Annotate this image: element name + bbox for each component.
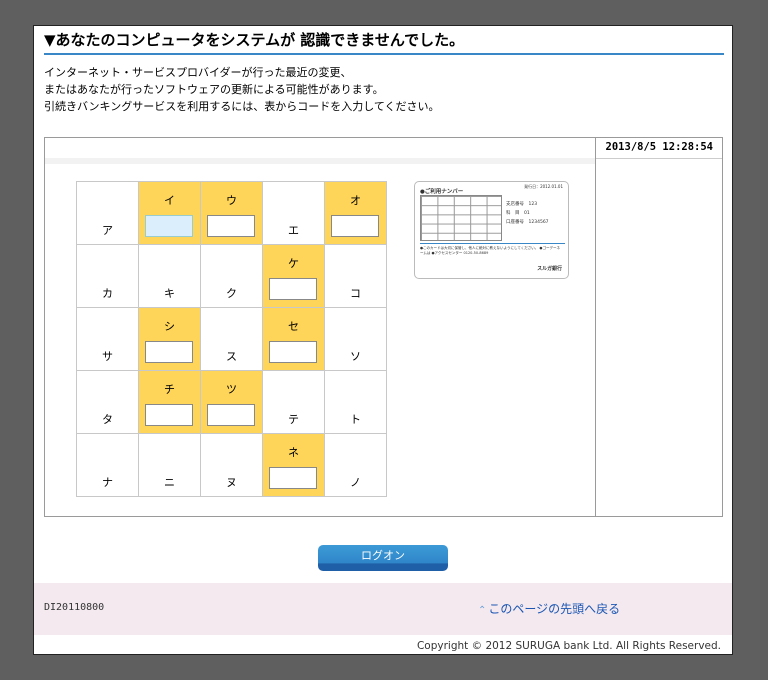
code-cell-label: ア bbox=[102, 224, 113, 237]
card-branch: 支店番号 123 bbox=[506, 202, 538, 207]
code-table-row: カ キ ク ケコ bbox=[76, 244, 387, 308]
code-cell: コ bbox=[324, 244, 387, 308]
code-cell: セ bbox=[262, 307, 325, 371]
double-chevron-up-icon: ⌃ bbox=[478, 605, 487, 616]
code-cell-label: セ bbox=[288, 320, 299, 333]
card-account: 口座番号 1234567 bbox=[506, 220, 549, 225]
code-input[interactable] bbox=[207, 404, 255, 426]
code-cell: ク bbox=[200, 244, 263, 308]
code-cell-label: ヌ bbox=[226, 476, 237, 489]
code-cell-label: ソ bbox=[350, 350, 361, 363]
code-cell: エ bbox=[262, 181, 325, 245]
code-cell-label: ナ bbox=[102, 476, 113, 489]
code-cell-label: ケ bbox=[288, 257, 299, 270]
card-note: ●このカードは大切に保管し、他人に絶対に教えないようにしてください。 ●ゴーデー… bbox=[420, 246, 560, 255]
code-cell: キ bbox=[138, 244, 201, 308]
code-cell: ウ bbox=[200, 181, 263, 245]
code-cell: ス bbox=[200, 307, 263, 371]
code-cell-label: チ bbox=[164, 383, 175, 396]
code-cell-label: エ bbox=[288, 224, 299, 237]
code-cell-label: オ bbox=[350, 194, 361, 207]
code-cell: ナ bbox=[76, 433, 139, 497]
footer-bar: DI20110800 ⌃ このページの先頭へ戻る bbox=[34, 583, 732, 635]
code-input[interactable] bbox=[145, 215, 193, 237]
back-to-top-label: このページの先頭へ戻る bbox=[488, 602, 621, 616]
code-cell: チ bbox=[138, 370, 201, 434]
code-cell-label: カ bbox=[102, 287, 113, 300]
code-table-row: ナ ニ ヌ ネノ bbox=[76, 433, 387, 497]
code-table: ア イ ウエ オカ キ ク ケコサ シス セソタ チ ツテ トナ ニ ヌ ネノ bbox=[76, 181, 387, 497]
code-cell: サ bbox=[76, 307, 139, 371]
card-heading: ●ご利用ナンバー bbox=[420, 189, 464, 195]
code-cell: ニ bbox=[138, 433, 201, 497]
code-input[interactable] bbox=[145, 404, 193, 426]
copyright-text: Copyright © 2012 SURUGA bank Ltd. All Ri… bbox=[416, 640, 721, 652]
code-cell-label: ス bbox=[226, 350, 237, 363]
code-cell-label: コ bbox=[350, 287, 361, 300]
code-cell: ト bbox=[324, 370, 387, 434]
code-cell-label: イ bbox=[164, 194, 175, 207]
code-input[interactable] bbox=[269, 278, 317, 300]
code-input[interactable] bbox=[269, 341, 317, 363]
code-cell: ヌ bbox=[200, 433, 263, 497]
code-cell: オ bbox=[324, 181, 387, 245]
code-cell: ネ bbox=[262, 433, 325, 497]
code-cell-label: ト bbox=[350, 413, 361, 426]
code-cell: イ bbox=[138, 181, 201, 245]
back-to-top-link[interactable]: ⌃ このページの先頭へ戻る bbox=[478, 600, 620, 617]
code-input[interactable] bbox=[207, 215, 255, 237]
code-cell-label: ニ bbox=[164, 476, 175, 489]
code-cell-label: ク bbox=[226, 287, 237, 300]
card-grid bbox=[420, 195, 502, 241]
page-title: ▼あなたのコンピュータをシステムが 認識できませんでした。 bbox=[44, 30, 724, 55]
code-cell: ケ bbox=[262, 244, 325, 308]
card-info: 支店番号 123 科 目 01 口座番号 1234567 bbox=[506, 200, 549, 227]
notice-line-1: インターネット・サービスプロバイダーが行った最近の変更、 bbox=[44, 66, 352, 79]
code-cell-label: サ bbox=[102, 350, 113, 363]
logon-button[interactable]: ログオン bbox=[318, 545, 448, 571]
code-cell-label: テ bbox=[288, 413, 299, 426]
code-table-row: タ チ ツテ ト bbox=[76, 370, 387, 434]
code-input[interactable] bbox=[331, 215, 379, 237]
datetime-label: 2013/8/5 12:28:54 bbox=[605, 141, 713, 153]
code-cell-label: タ bbox=[102, 413, 113, 426]
card-divider bbox=[420, 243, 565, 244]
notice-message: インターネット・サービスプロバイダーが行った最近の変更、 またはあなたが行ったソ… bbox=[44, 64, 440, 115]
card-date: 発行日：2012.01.01 bbox=[524, 184, 563, 189]
notice-line-3: 引続きバンキングサービスを利用するには、表からコードを入力してください。 bbox=[44, 100, 440, 113]
code-input[interactable] bbox=[145, 341, 193, 363]
code-cell: ソ bbox=[324, 307, 387, 371]
code-cell: テ bbox=[262, 370, 325, 434]
main-window: ▼あなたのコンピュータをシステムが 認識できませんでした。 インターネット・サー… bbox=[33, 25, 733, 655]
code-cell-label: ノ bbox=[350, 476, 361, 489]
code-cell: ツ bbox=[200, 370, 263, 434]
code-cell: ア bbox=[76, 181, 139, 245]
code-cell-label: キ bbox=[164, 287, 175, 300]
code-cell-label: ウ bbox=[226, 194, 237, 207]
code-cell: ノ bbox=[324, 433, 387, 497]
card-subject: 科 目 01 bbox=[506, 211, 530, 216]
panel-header-strip bbox=[45, 158, 595, 164]
code-cell-label: ネ bbox=[288, 446, 299, 459]
notice-line-2: またはあなたが行ったソフトウェアの更新による可能性があります。 bbox=[44, 83, 384, 96]
code-cell-label: ツ bbox=[226, 383, 237, 396]
code-entry-panel: 2013/8/5 12:28:54 ア イ ウエ オカ キ ク ケコサ シス セソタ チ ツテ トナ ニ… bbox=[44, 137, 723, 517]
panel-divider bbox=[595, 138, 596, 516]
code-table-row: サ シス セソ bbox=[76, 307, 387, 371]
code-cell-label: シ bbox=[164, 320, 175, 333]
code-table-row: ア イ ウエ オ bbox=[76, 181, 387, 245]
code-input[interactable] bbox=[269, 467, 317, 489]
card-bank-name: スルガ銀行 bbox=[537, 266, 562, 272]
page-code: DI20110800 bbox=[44, 602, 105, 613]
security-card-image: ●ご利用ナンバー 発行日：2012.01.01 支店番号 123 科 目 01 … bbox=[414, 181, 569, 279]
code-cell: タ bbox=[76, 370, 139, 434]
code-cell: シ bbox=[138, 307, 201, 371]
code-cell: カ bbox=[76, 244, 139, 308]
